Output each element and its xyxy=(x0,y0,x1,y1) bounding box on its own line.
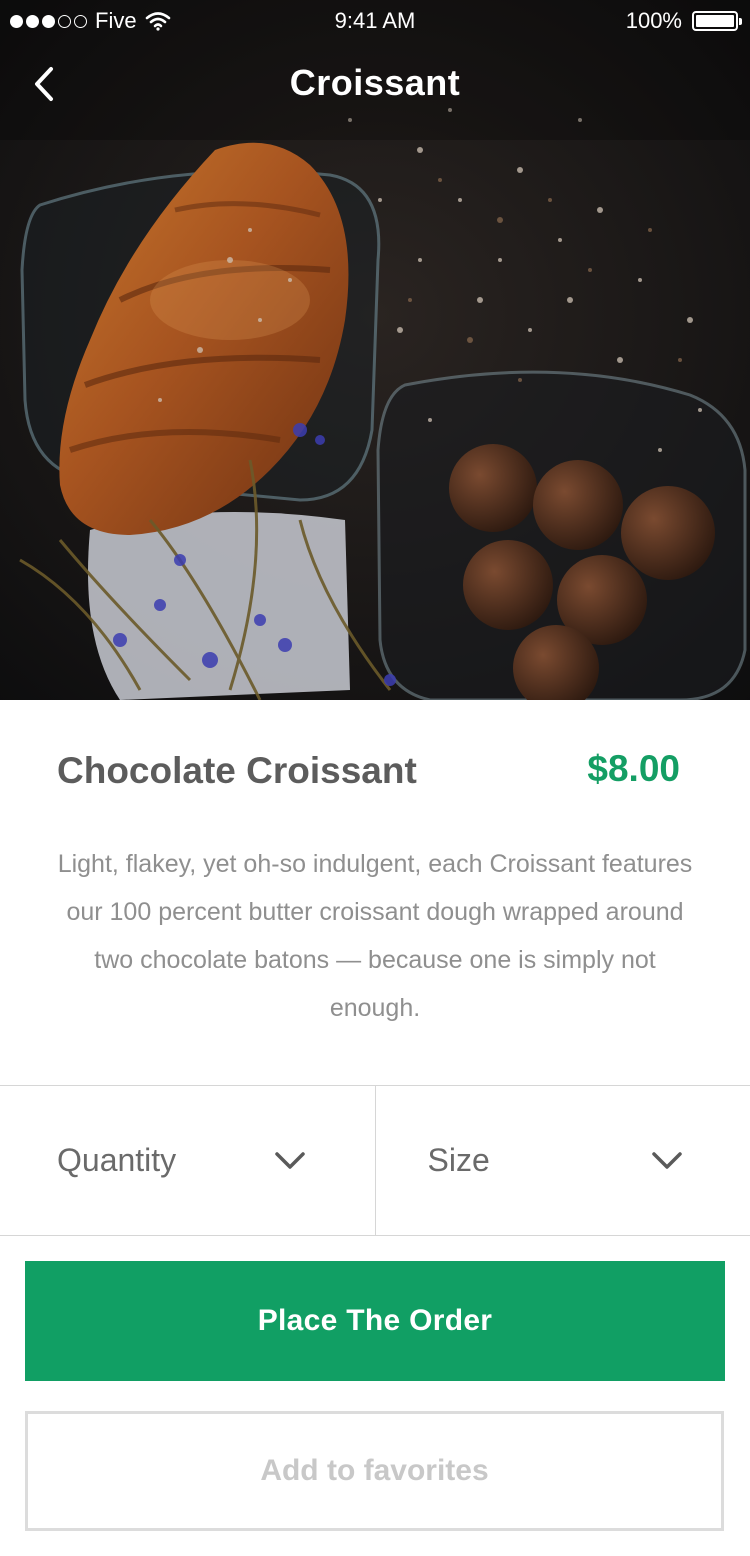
product-description: Light, flakey, yet oh-so indulgent, each… xyxy=(57,850,693,1022)
chevron-down-icon xyxy=(275,1152,305,1169)
page-title: Croissant xyxy=(289,62,461,103)
product-header: Chocolate Croissant $8.00 xyxy=(0,700,750,840)
chevron-down-icon xyxy=(651,1152,682,1169)
options-row: Quantity Size xyxy=(0,1085,750,1236)
status-bar: Five 9:41 AM 100% xyxy=(0,0,750,40)
product-price: $8.00 xyxy=(587,748,680,789)
product-name: Chocolate Croissant xyxy=(57,750,417,791)
battery-icon xyxy=(692,11,742,31)
quantity-label: Quantity xyxy=(57,1142,177,1178)
size-label: Size xyxy=(427,1142,490,1178)
add-to-favorites-button[interactable]: Add to favorites xyxy=(25,1411,724,1531)
battery-percent: 100% xyxy=(625,8,682,33)
quantity-dropdown[interactable]: Quantity xyxy=(0,1086,375,1235)
hero-image: Five 9:41 AM 100% Croissant xyxy=(0,0,750,700)
size-dropdown[interactable]: Size xyxy=(374,1086,750,1235)
nav-bar: Croissant xyxy=(0,50,750,118)
place-order-button[interactable]: Place The Order xyxy=(25,1261,725,1381)
